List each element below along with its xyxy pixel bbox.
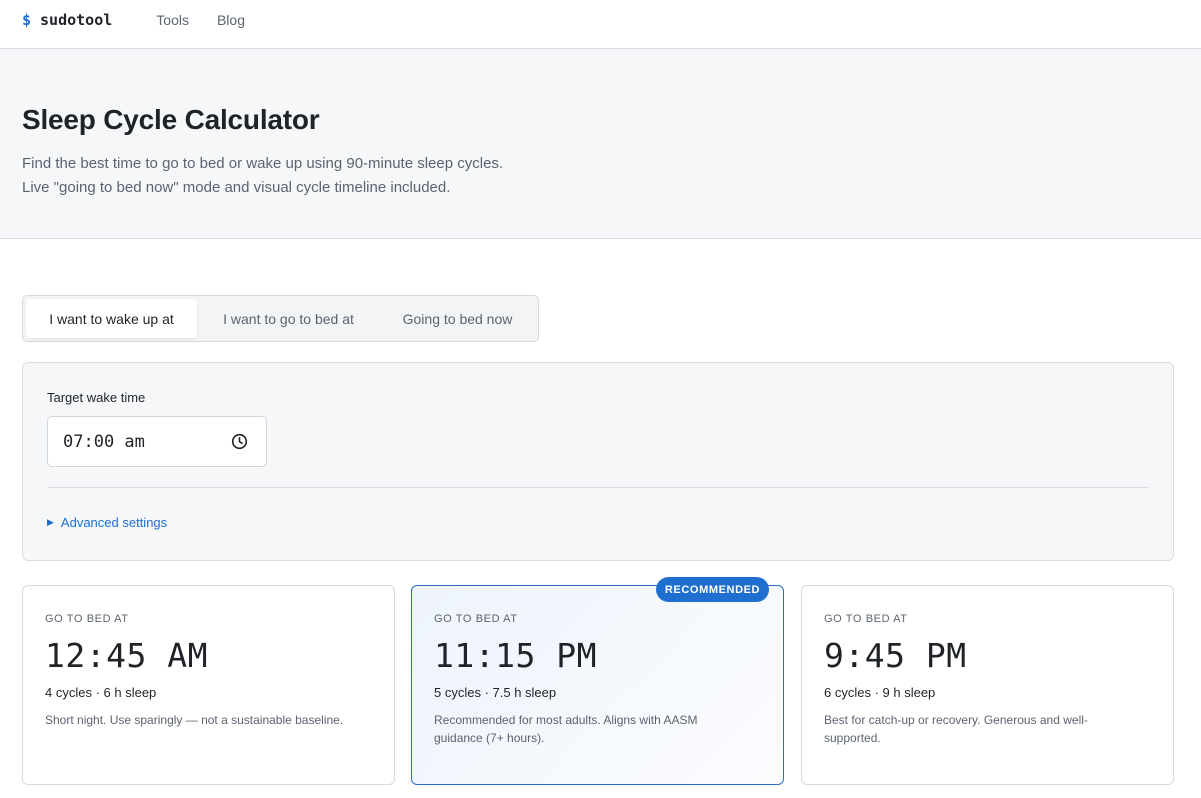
nav-links: Tools Blog <box>156 12 273 28</box>
sudotool-logo[interactable]: $ sudotool <box>22 11 112 29</box>
result-card-6-cycles: GO TO BED AT 9:45 PM 6 cycles · 9 h slee… <box>801 585 1174 785</box>
tab-going-to-bed-now[interactable]: Going to bed now <box>380 299 535 338</box>
logo-text: sudotool <box>40 10 113 29</box>
hero-section: Sleep Cycle Calculator Find the best tim… <box>0 49 1201 239</box>
description-line-1: Find the best time to go to bed or wake … <box>22 155 504 172</box>
tab-wake-up-at[interactable]: I want to wake up at <box>26 299 197 338</box>
card-eyebrow: GO TO BED AT <box>434 613 518 625</box>
panel-divider <box>47 487 1149 488</box>
target-wake-time-label: Target wake time <box>47 390 146 405</box>
top-navigation: $ sudotool Tools Blog <box>0 0 1201 49</box>
clock-icon[interactable] <box>231 433 248 450</box>
wake-time-input[interactable]: 07:00 am <box>47 416 267 467</box>
tab-go-to-bed-at[interactable]: I want to go to bed at <box>197 299 380 338</box>
card-note: Best for catch-up or recovery. Generous … <box>824 713 1088 745</box>
nav-link-tools[interactable]: Tools <box>156 12 189 28</box>
wake-time-value: 07:00 am <box>63 431 145 452</box>
advanced-settings-label: Advanced settings <box>60 515 168 530</box>
nav-link-blog[interactable]: Blog <box>217 12 245 28</box>
bedtime-value: 12:45 AM <box>45 636 208 675</box>
mode-tabs: I want to wake up at I want to go to bed… <box>22 295 539 342</box>
page-title: Sleep Cycle Calculator <box>22 104 320 135</box>
card-note: Short night. Use sparingly — not a susta… <box>45 713 344 727</box>
cycle-summary: 4 cycles · 6 h sleep <box>45 685 157 700</box>
result-card-5-cycles: RECOMMENDED GO TO BED AT 11:15 PM 5 cycl… <box>411 577 784 785</box>
logo-dollar-symbol: $ <box>22 10 32 29</box>
settings-panel: Target wake time 07:00 am ▶ Advanced set… <box>22 362 1174 561</box>
card-eyebrow: GO TO BED AT <box>45 613 129 625</box>
triangle-right-icon: ▶ <box>47 517 54 527</box>
cycle-summary: 6 cycles · 9 h sleep <box>824 685 936 700</box>
result-card-4-cycles: GO TO BED AT 12:45 AM 4 cycles · 6 h sle… <box>22 585 395 785</box>
recommended-badge: RECOMMENDED <box>656 577 769 602</box>
advanced-settings-toggle[interactable]: ▶ Advanced settings <box>47 515 167 530</box>
bedtime-value: 11:15 PM <box>434 636 597 675</box>
description-line-2: Live "going to bed now" mode and visual … <box>22 179 451 196</box>
page-description: Find the best time to go to bed or wake … <box>22 152 1179 200</box>
card-note: Recommended for most adults. Aligns with… <box>434 713 698 745</box>
bedtime-value: 9:45 PM <box>824 636 967 675</box>
card-eyebrow: GO TO BED AT <box>824 613 908 625</box>
cycle-summary: 5 cycles · 7.5 h sleep <box>434 685 557 700</box>
